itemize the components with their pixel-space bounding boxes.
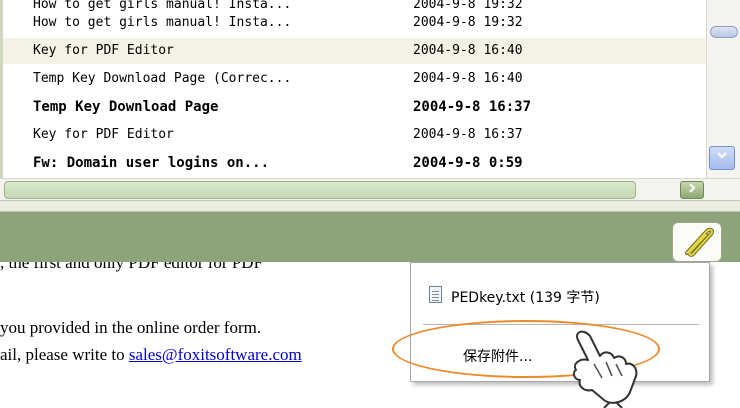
message-row-unread[interactable]: Temp Key Download Page 2004-9-8 16:37 [3, 94, 706, 120]
message-subject: Temp Key Download Page (Correc... [33, 71, 292, 86]
body-text: , the first and only PDF editor for PDF [0, 262, 264, 272]
vertical-scrollbar[interactable] [706, 0, 740, 178]
email-link[interactable]: sales@foxitsoftware.com [129, 345, 302, 364]
body-text: you provided in the online order form. [0, 318, 262, 337]
body-text-line: ail, please write to sales@foxitsoftware… [0, 345, 302, 365]
scrollbar-corner [706, 178, 740, 201]
hand-pointer-icon [572, 330, 638, 408]
message-date: 2004-9-8 16:40 [413, 43, 523, 58]
horizontal-scrollbar[interactable] [0, 178, 706, 201]
message-subject: Temp Key Download Page [33, 99, 219, 115]
message-date: 2004-9-8 16:37 [413, 99, 532, 115]
message-row[interactable]: Key for PDF Editor 2004-9-8 16:37 [3, 122, 706, 148]
chevron-down-icon [717, 152, 727, 159]
scroll-down-button[interactable] [709, 146, 735, 170]
message-list: How to get girls manual! Insta... 2004-9… [0, 0, 706, 178]
message-date: 2004-9-8 16:37 [413, 127, 523, 142]
message-subject: Key for PDF Editor [33, 43, 174, 58]
chevron-right-icon [689, 183, 696, 193]
body-text-line-clipped: , the first and only PDF editor for PDF [0, 262, 410, 280]
message-subject: Fw: Domain user logins on... [33, 155, 270, 171]
attachment-file-label: PEDkey.txt (139 字节) [451, 290, 600, 306]
message-row-selected[interactable]: Key for PDF Editor 2004-9-8 16:40 [3, 38, 706, 64]
message-date: 2004-9-8 16:40 [413, 71, 523, 86]
horizontal-scroll-thumb[interactable] [4, 181, 636, 199]
text-file-icon [429, 286, 442, 303]
message-date: 2004-9-8 0:59 [413, 155, 523, 171]
body-text: ail, please write to [0, 345, 129, 364]
message-subject: Key for PDF Editor [33, 127, 174, 142]
message-subject: How to get girls manual! Insta... [33, 15, 292, 30]
paperclip-icon [685, 227, 715, 257]
message-row-unread[interactable]: Fw: Domain user logins on... 2004-9-8 0:… [3, 150, 706, 176]
message-date: 2004-9-8 19:32 [413, 15, 523, 30]
attachment-button[interactable] [672, 222, 722, 262]
message-row[interactable]: Temp Key Download Page (Correc... 2004-9… [3, 66, 706, 92]
scroll-right-button[interactable] [680, 181, 704, 199]
vertical-scroll-thumb[interactable] [710, 26, 738, 38]
preview-header-bar [0, 212, 740, 262]
message-row[interactable]: How to get girls manual! Insta... 2004-9… [3, 10, 706, 36]
pane-splitter[interactable] [0, 200, 740, 212]
